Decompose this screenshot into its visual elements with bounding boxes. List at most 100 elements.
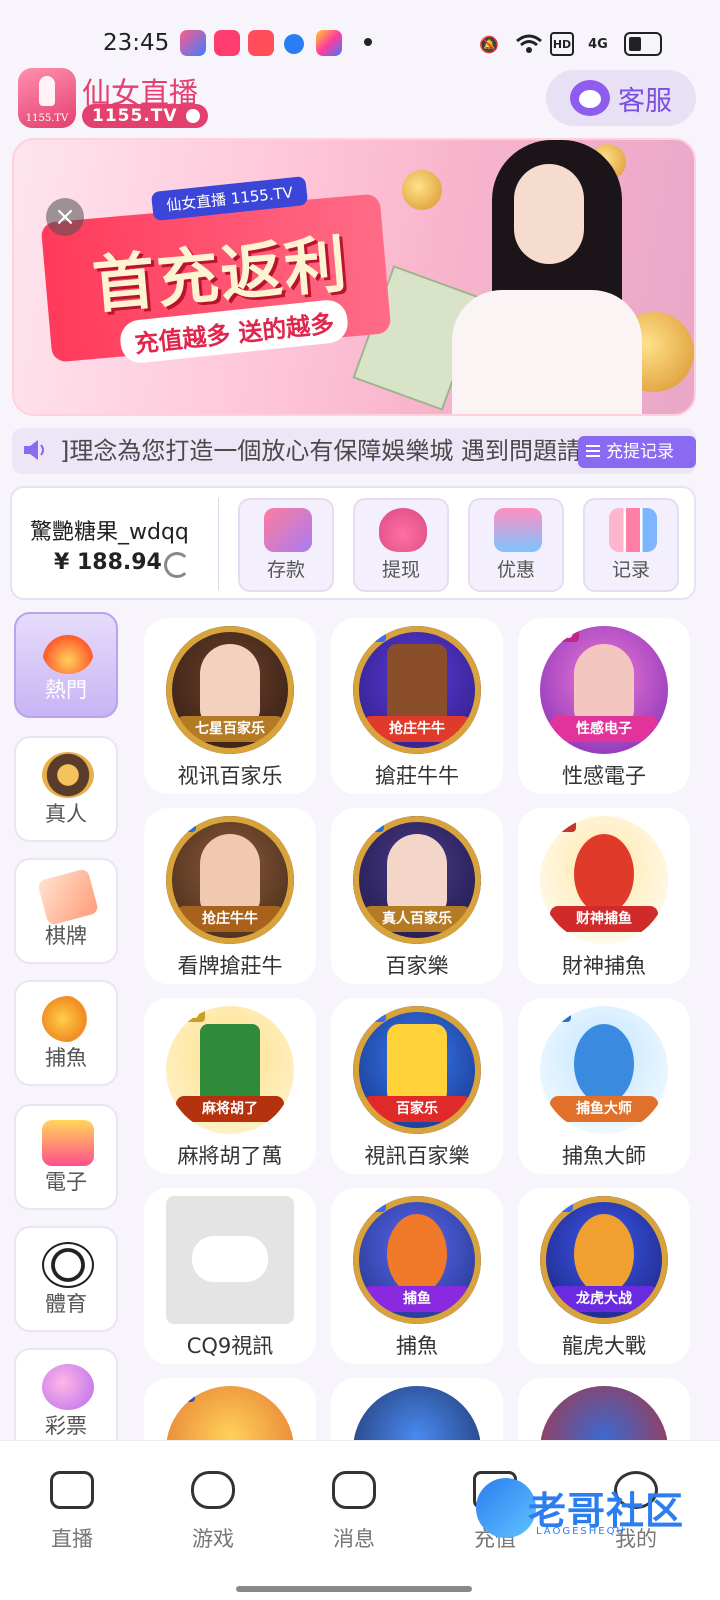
category-label: 棋牌 — [45, 924, 87, 948]
customer-service-button[interactable]: 客服 — [546, 70, 696, 126]
game-icon: 抢庄牛牛 KY — [166, 816, 294, 944]
bar-chart-icon — [609, 508, 657, 552]
nav-messages[interactable]: 消息 — [282, 1441, 426, 1561]
game-icon: 财神捕鱼 JDB — [540, 816, 668, 944]
signal-icon: 4G — [588, 36, 608, 52]
game-icon: 真人百家乐 AG — [353, 816, 481, 944]
gift-icon — [494, 508, 542, 552]
nav-games[interactable]: 游戏 — [141, 1441, 285, 1561]
lottery-ball-icon — [42, 1364, 94, 1410]
nav-label: 直播 — [51, 1527, 93, 1551]
app-logo-icon: 1155.TV — [18, 68, 76, 128]
wifi-icon — [514, 32, 544, 56]
game-tile[interactable]: 龙虎大战 WL 龍虎大戰 — [518, 1188, 690, 1364]
category-fishing[interactable]: 捕魚 — [14, 980, 118, 1086]
casino-chip-icon — [42, 752, 94, 798]
game-tile[interactable]: CQ9視訊 — [144, 1188, 316, 1364]
app-notification-icon — [284, 34, 304, 54]
app-header: 1155.TV 仙女直播 1155.TV 客服 — [0, 68, 720, 132]
watermark-icon — [476, 1478, 536, 1538]
deposit-withdraw-record-button[interactable]: 充提记录 — [578, 436, 696, 468]
banner-close-button[interactable]: × — [46, 198, 84, 236]
category-live[interactable]: 真人 — [14, 736, 118, 842]
deposit-button[interactable]: 存款 — [238, 498, 334, 592]
chat-bubble-icon — [332, 1471, 376, 1509]
game-tile[interactable]: 捕鱼大师 AG 捕魚大師 — [518, 998, 690, 1174]
game-tile[interactable]: 抢庄牛牛 WL 搶莊牛牛 — [331, 618, 503, 794]
video-camera-icon — [50, 1471, 94, 1509]
money-bag-icon — [379, 508, 427, 552]
category-lottery[interactable]: 彩票 — [14, 1348, 118, 1454]
game-label: 捕魚 — [396, 1334, 438, 1358]
game-label: CQ9視訊 — [186, 1334, 274, 1358]
promotions-button[interactable]: 优惠 — [468, 498, 564, 592]
fire-icon — [42, 628, 94, 674]
card-icon — [264, 508, 312, 552]
divider — [218, 498, 219, 590]
category-label: 熱門 — [45, 678, 87, 702]
app-notification-icon — [316, 30, 342, 56]
mute-icon: 🔕 — [479, 34, 499, 54]
fish-icon — [42, 996, 94, 1042]
withdraw-button[interactable]: 提现 — [353, 498, 449, 592]
app-notification-icon — [180, 30, 206, 56]
category-label: 體育 — [45, 1292, 87, 1316]
game-tile[interactable]: 麻将胡了 CQ9 麻將胡了萬 — [144, 998, 316, 1174]
game-icon: 七星百家乐 S — [166, 626, 294, 754]
game-icon: 麻将胡了 CQ9 — [166, 1006, 294, 1134]
category-hot[interactable]: 熱門 — [14, 612, 118, 718]
category-sports[interactable]: 體育 — [14, 1226, 118, 1332]
category-label: 真人 — [45, 802, 87, 826]
game-tile[interactable]: 财神捕鱼 JDB 財神捕魚 — [518, 808, 690, 984]
customer-service-label: 客服 — [618, 85, 672, 117]
speaker-icon — [20, 436, 52, 466]
game-icon: 捕鱼大师 AG — [540, 1006, 668, 1134]
game-icon: 百家乐 WL — [353, 1006, 481, 1134]
game-icon: 抢庄牛牛 WL — [353, 626, 481, 754]
game-tile[interactable]: 真人百家乐 AG 百家樂 — [331, 808, 503, 984]
game-tile[interactable]: 百家乐 WL 視訊百家樂 — [331, 998, 503, 1174]
username: 驚艷糖果_wdqq — [30, 520, 189, 545]
game-tile[interactable]: 七星百家乐 S 视讯百家乐 — [144, 618, 316, 794]
promotions-label: 优惠 — [496, 559, 535, 581]
game-label: 搶莊牛牛 — [375, 764, 459, 788]
category-label: 捕魚 — [45, 1046, 87, 1070]
game-label: 百家樂 — [385, 954, 449, 978]
promo-banner[interactable]: 仙女直播 1155.TV 首充返利 充值越多 送的越多 × — [12, 138, 696, 416]
soccer-ball-icon — [42, 1242, 94, 1288]
game-icon: 龙虎大战 WL — [540, 1196, 668, 1324]
refresh-balance-icon[interactable] — [164, 552, 190, 578]
category-slots[interactable]: 電子 — [14, 1104, 118, 1210]
coin-decoration — [402, 170, 442, 210]
gamepad-icon — [191, 1471, 235, 1509]
hd-icon: HD — [550, 32, 574, 56]
video-app-icon — [248, 30, 274, 56]
records-label: 记录 — [611, 559, 650, 581]
game-icon: 捕鱼 WL — [353, 1196, 481, 1324]
announcement-text: ]理念為您打造一個放心有保障娛樂城 遇到問題請 — [60, 437, 581, 465]
playing-card-icon — [36, 868, 100, 926]
category-card-games[interactable]: 棋牌 — [14, 858, 118, 964]
nav-live[interactable]: 直播 — [0, 1441, 144, 1561]
game-label: 捕魚大師 — [562, 1144, 646, 1168]
game-label: 麻將胡了萬 — [177, 1144, 283, 1168]
game-tile[interactable]: 抢庄牛牛 KY 看牌搶莊牛 — [144, 808, 316, 984]
home-indicator[interactable] — [236, 1586, 472, 1592]
game-label: 龍虎大戰 — [562, 1334, 646, 1358]
game-label: 视讯百家乐 — [177, 764, 283, 788]
model-face — [514, 164, 584, 264]
list-icon — [586, 445, 600, 457]
records-button[interactable]: 记录 — [583, 498, 679, 592]
account-panel: 驚艷糖果_wdqq ¥ 188.94 存款 提现 优惠 记录 — [10, 486, 696, 600]
app-notification-icon — [214, 30, 240, 56]
category-label: 彩票 — [45, 1414, 87, 1438]
game-label: 看牌搶莊牛 — [177, 954, 283, 978]
gamepad-placeholder-icon — [166, 1196, 294, 1324]
more-notifications-icon — [364, 38, 372, 46]
game-label: 視訊百家樂 — [364, 1144, 470, 1168]
watermark-logo: 老哥社区 LAOGESHEQU — [476, 1474, 706, 1542]
game-tile[interactable]: 捕鱼 WL 捕魚 — [331, 1188, 503, 1364]
game-tile[interactable]: 性感电子 CQ9 性感電子 — [518, 618, 690, 794]
game-icon: 性感电子 CQ9 — [540, 626, 668, 754]
slot-machine-icon — [42, 1120, 94, 1166]
